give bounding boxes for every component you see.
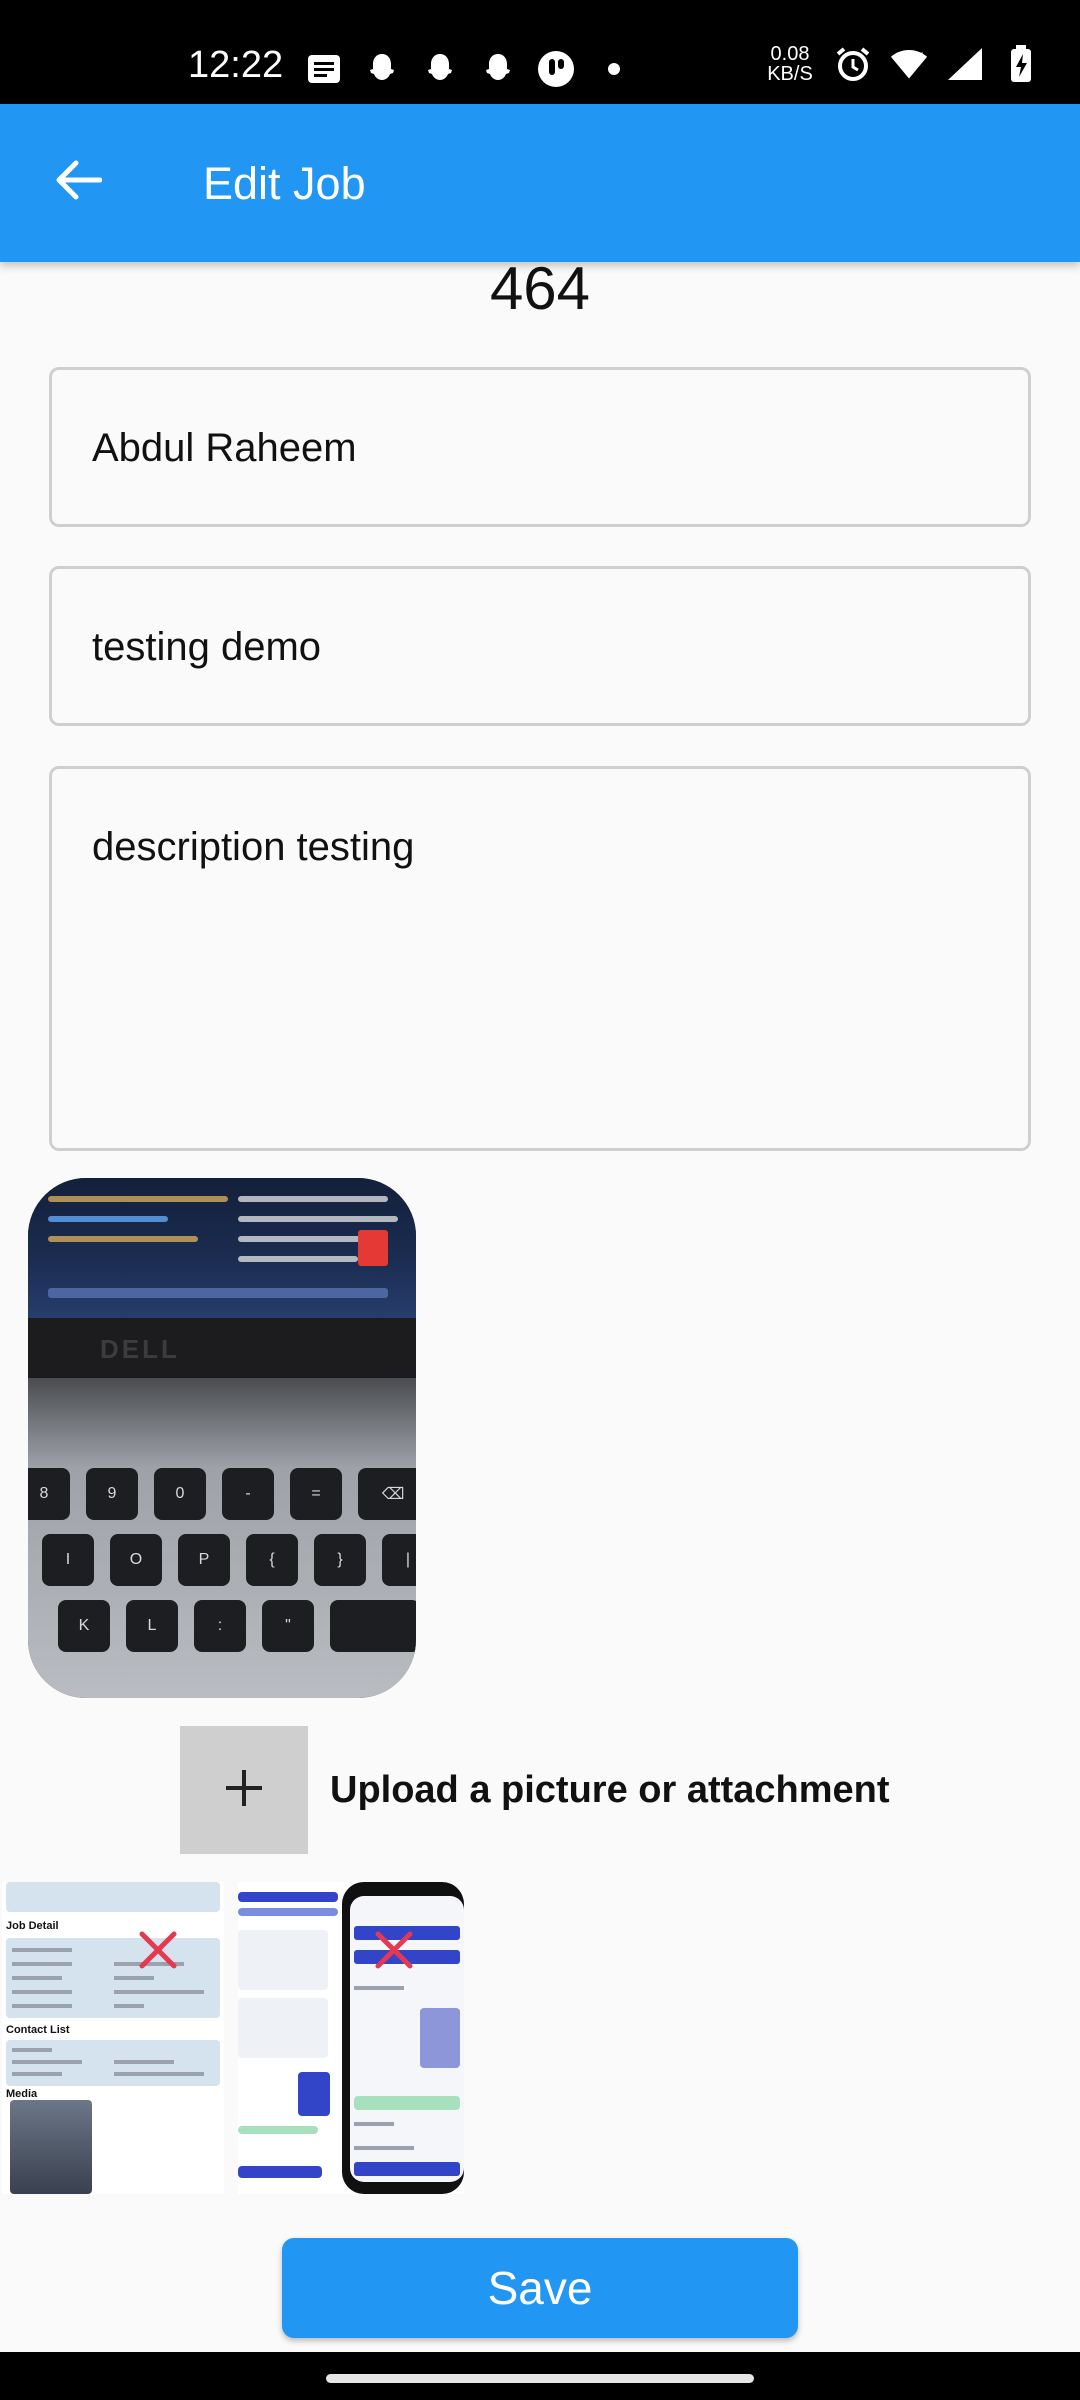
job-title-field[interactable]: testing demo	[49, 566, 1031, 726]
page-title: Edit Job	[203, 158, 366, 209]
attachment-section-media: Media	[6, 2088, 38, 2100]
save-button[interactable]: Save	[282, 2238, 798, 2338]
signal-icon	[946, 45, 984, 83]
home-handle[interactable]	[326, 2374, 754, 2383]
battery-charging-icon	[1002, 45, 1040, 83]
photo-logo: DELL	[100, 1334, 180, 1364]
wifi-icon: x	[890, 45, 928, 83]
attachment-media-preview	[10, 2100, 92, 2194]
plus-icon	[222, 1766, 266, 1815]
photo-keyboard: 8 9 0 - = ⌫ I O P { } | K L : "	[28, 1468, 416, 1698]
job-photo[interactable]: DELL 8 9 0 - = ⌫ I O P { } | K L : "	[28, 1178, 416, 1698]
dot-icon	[595, 50, 633, 88]
notification-icons	[305, 50, 633, 88]
snapchat-icon	[479, 50, 517, 88]
job-description-value: description testing	[92, 825, 415, 869]
attachment-section-contact-list: Contact List	[6, 2024, 70, 2036]
network-speed: 0.08 KB/S	[767, 43, 813, 85]
app-bar: Edit Job	[0, 104, 1080, 262]
status-bar: 12:22 0.08 KB/S x	[0, 0, 1080, 104]
snapchat-icon	[363, 50, 401, 88]
job-description-field[interactable]: description testing	[49, 766, 1031, 1151]
snapchat-icon	[421, 50, 459, 88]
upload-button[interactable]	[180, 1726, 308, 1854]
back-button[interactable]	[46, 150, 110, 214]
svg-text:x: x	[917, 49, 924, 62]
attachment-section-job-detail: Job Detail	[6, 1920, 59, 1932]
system-icons: 0.08 KB/S x	[764, 44, 1040, 84]
job-title-value: testing demo	[92, 625, 322, 669]
alarm-icon	[834, 45, 872, 83]
attachment-thumbnail[interactable]: Job Detail Contact List Media	[2, 1882, 224, 2194]
status-time: 12:22	[188, 44, 284, 86]
messages-icon	[305, 50, 343, 88]
close-icon[interactable]	[136, 1928, 180, 1972]
photo-bezel	[28, 1318, 416, 1378]
customer-name-value: Abdul Raheem	[92, 426, 357, 470]
arrow-back-icon	[54, 160, 103, 205]
attachment-thumbnail[interactable]	[238, 1882, 464, 2194]
job-number: 464	[489, 255, 591, 322]
photo-red-marker	[358, 1230, 388, 1266]
app-icon	[537, 50, 575, 88]
upload-label[interactable]: Upload a picture or attachment	[330, 1769, 890, 1812]
close-icon[interactable]	[372, 1928, 416, 1972]
gesture-nav-bar	[0, 2352, 1080, 2400]
customer-name-field[interactable]: Abdul Raheem	[49, 367, 1031, 527]
